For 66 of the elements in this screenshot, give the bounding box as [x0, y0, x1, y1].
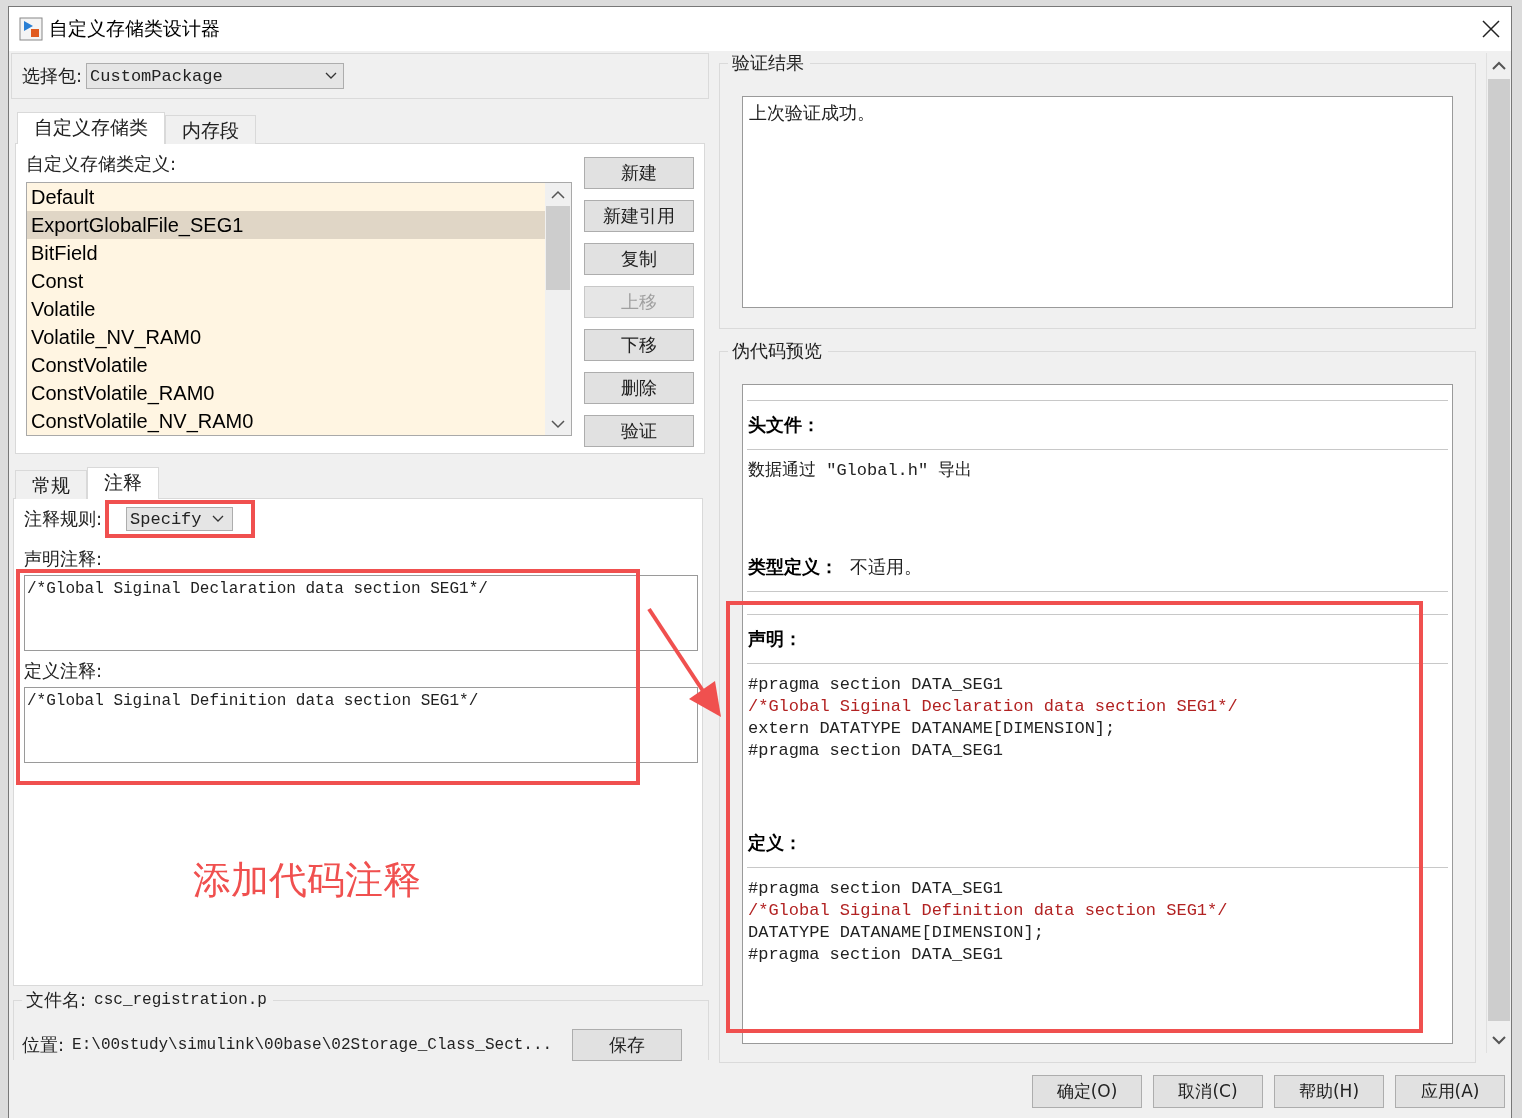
dialog-button[interactable]: 确定(O) — [1032, 1075, 1142, 1108]
scrollbar-thumb[interactable] — [546, 206, 570, 290]
code-line: #pragma section DATA_SEG1 — [748, 674, 1005, 696]
definition-comment-label: 定义注释: — [24, 659, 104, 683]
code-line: DATATYPE DATANAME[DIMENSION]; — [748, 922, 1045, 944]
chevron-down-icon — [1492, 1035, 1507, 1045]
section-heading: 头文件： — [748, 413, 820, 437]
chevron-down-icon — [211, 515, 224, 523]
location-label: 位置: — [22, 1033, 65, 1057]
package-dropdown[interactable]: CustomPackage — [86, 63, 345, 89]
list-action-button[interactable]: 下移 — [584, 329, 694, 361]
tab[interactable]: 注释 — [87, 467, 159, 499]
save-button[interactable]: 保存 — [572, 1029, 683, 1061]
validation-title: 验证结果 — [728, 51, 810, 75]
list-item[interactable]: ExportGlobalFile_SEG1 — [27, 211, 545, 239]
code-comment: /*Global Siginal Declaration data section SEG1*/ — [748, 696, 1239, 718]
dialog-button[interactable]: 应用(A) — [1395, 1075, 1505, 1108]
code-line: #pragma section DATA_SEG1 — [748, 944, 1005, 966]
window-title: 自定义存储类设计器 — [49, 16, 221, 41]
list-action-button[interactable]: 新建 — [584, 157, 694, 189]
list-item[interactable]: Const — [27, 267, 545, 295]
list-action-button[interactable]: 复制 — [584, 243, 694, 275]
section-note: 不适用。 — [850, 555, 922, 579]
chevron-down-icon — [551, 419, 565, 429]
code-comment: /*Global Siginal Definition data section SEG1*/ — [748, 900, 1229, 922]
code-line: #pragma section DATA_SEG1 — [748, 740, 1005, 762]
list-item[interactable]: ConstVolatile_RAM0 — [27, 379, 545, 407]
scrollbar[interactable] — [545, 183, 571, 435]
code-line: #pragma section DATA_SEG1 — [748, 878, 1005, 900]
definitions-label: 自定义存储类定义: — [26, 152, 178, 176]
location-path: E:\00study\simulink\00base\02Storage_Class_Sect... — [72, 1036, 553, 1054]
package-label: 选择包: — [22, 64, 83, 88]
chevron-up-icon — [1492, 61, 1507, 71]
section-heading: 类型定义： — [748, 555, 838, 579]
tab[interactable]: 内存段 — [165, 115, 256, 144]
file-name: csc_registration.p — [94, 991, 267, 1009]
code-line: 数据通过 "Global.h" 导出 — [748, 460, 974, 482]
list-item[interactable]: Volatile_NV_RAM0 — [27, 323, 545, 351]
section-heading: 定义： — [748, 831, 802, 855]
list-action-button[interactable]: 新建引用 — [584, 200, 694, 232]
declaration-comment-field[interactable]: /*Global Siginal Declaration data section SEG1*/ — [24, 575, 698, 651]
declaration-comment-label: 声明注释: — [24, 547, 104, 571]
chevron-up-icon — [551, 190, 565, 200]
tab[interactable]: 自定义存储类 — [17, 112, 165, 144]
code-line: extern DATATYPE DATANAME[DIMENSION]; — [748, 718, 1117, 740]
close-icon[interactable] — [1481, 19, 1501, 39]
section-heading: 声明： — [748, 627, 802, 651]
list-action-button[interactable]: 验证 — [584, 415, 694, 447]
dialog-button[interactable]: 取消(C) — [1153, 1075, 1263, 1108]
list-item[interactable]: BitField — [27, 239, 545, 267]
list-item[interactable]: ConstVolatile — [27, 351, 545, 379]
tab[interactable]: 常规 — [15, 470, 87, 499]
list-item[interactable]: ConstVolatile_NV_RAM0 — [27, 407, 545, 435]
list-item[interactable]: Volatile — [27, 295, 545, 323]
dialog-button[interactable]: 帮助(H) — [1274, 1075, 1384, 1108]
comment-rule-dropdown[interactable]: Specify — [126, 507, 233, 531]
comment-rule-label: 注释规则: — [24, 507, 103, 531]
app-icon — [19, 17, 43, 41]
validation-result-field: 上次验证成功。 — [742, 96, 1454, 308]
list-item[interactable]: Default — [27, 183, 545, 211]
chevron-down-icon — [325, 72, 338, 80]
definition-comment-field[interactable]: /*Global Siginal Definition data section SEG1*/ — [24, 687, 698, 763]
annotation-text: 添加代码注释 — [193, 857, 421, 904]
file-name-label: 文件名: — [26, 988, 87, 1012]
preview-title: 伪代码预览 — [728, 339, 828, 363]
list-action-button[interactable]: 删除 — [584, 372, 694, 404]
